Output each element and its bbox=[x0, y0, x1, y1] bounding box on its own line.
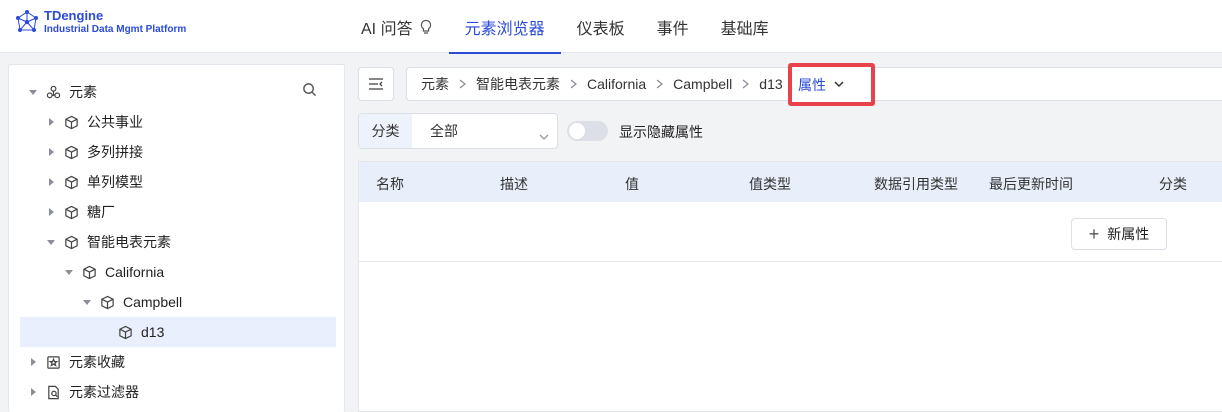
tree-item-public-utilities[interactable]: 公共事业 bbox=[9, 107, 344, 137]
caret-right-icon[interactable] bbox=[45, 146, 57, 158]
column-header-category[interactable]: 分类 bbox=[1159, 174, 1187, 194]
star-box-icon bbox=[45, 354, 61, 370]
nav-label: 仪表板 bbox=[576, 20, 625, 38]
tree-item-label: 元素过滤器 bbox=[69, 384, 139, 400]
attributes-table: 名称 描述 值 值类型 数据引用类型 最后更新时间 分类 + 新属性 bbox=[358, 161, 1222, 412]
caret-down-icon[interactable] bbox=[63, 266, 75, 278]
tree-item-single-column[interactable]: 单列模型 bbox=[9, 167, 344, 197]
tree-item-label: 公共事业 bbox=[87, 114, 143, 130]
nav-events[interactable]: 事件 bbox=[641, 0, 705, 53]
breadcrumb-california[interactable]: California bbox=[587, 76, 646, 92]
tree-item-multi-column[interactable]: 多列拼接 bbox=[9, 137, 344, 167]
nav-label: 元素浏览器 bbox=[464, 20, 545, 38]
column-header-last-updated[interactable]: 最后更新时间 bbox=[989, 174, 1073, 194]
app-name: TDengine bbox=[44, 8, 104, 23]
show-hidden-label: 显示隐藏属性 bbox=[619, 124, 703, 140]
lightbulb-icon bbox=[420, 19, 431, 34]
nav-dashboard[interactable]: 仪表板 bbox=[561, 0, 641, 53]
cube-icon bbox=[99, 294, 115, 310]
tree-item-california[interactable]: California bbox=[9, 257, 344, 287]
category-value: 全部 bbox=[430, 123, 458, 139]
cube-icon bbox=[63, 174, 79, 190]
cube-icon bbox=[63, 144, 79, 160]
cube-icon bbox=[63, 114, 79, 130]
cube-icon bbox=[63, 234, 79, 250]
tree-item-label: Campbell bbox=[123, 294, 183, 310]
tree-item-label: 多列拼接 bbox=[87, 144, 143, 160]
column-header-description[interactable]: 描述 bbox=[500, 174, 528, 194]
breadcrumb-attributes-dropdown[interactable]: 属性 bbox=[788, 63, 875, 106]
column-header-value-type[interactable]: 值类型 bbox=[749, 174, 791, 194]
breadcrumb-elements[interactable]: 元素 bbox=[421, 74, 449, 94]
tree-item-label: 单列模型 bbox=[87, 174, 143, 190]
nav-label: 事件 bbox=[656, 20, 689, 38]
caret-right-icon[interactable] bbox=[45, 116, 57, 128]
nav-label: 基础库 bbox=[720, 20, 769, 38]
breadcrumb-smart-meter[interactable]: 智能电表元素 bbox=[476, 74, 560, 94]
toggle-knob bbox=[569, 123, 585, 139]
nav-label: AI 问答 bbox=[361, 20, 413, 38]
breadcrumb-attributes-label: 属性 bbox=[798, 76, 826, 93]
chevron-right-icon bbox=[742, 77, 750, 92]
breadcrumb-d13[interactable]: d13 bbox=[759, 76, 782, 92]
category-label: 分类 bbox=[359, 114, 412, 148]
cube-icon bbox=[117, 324, 133, 340]
chevron-down-icon bbox=[834, 81, 844, 88]
caret-down-icon[interactable] bbox=[27, 86, 39, 98]
collapse-sidebar-button[interactable] bbox=[358, 67, 394, 101]
caret-down-icon[interactable] bbox=[81, 296, 93, 308]
filter-doc-icon bbox=[45, 384, 61, 400]
table-header: 名称 描述 值 值类型 数据引用类型 最后更新时间 分类 bbox=[359, 162, 1222, 202]
chevron-right-icon bbox=[570, 77, 578, 92]
elements-icon bbox=[45, 84, 61, 100]
tree-item-label: 元素 bbox=[69, 84, 97, 100]
category-select[interactable]: 分类 全部 bbox=[358, 113, 558, 149]
caret-right-icon[interactable] bbox=[45, 176, 57, 188]
tree-item-sugar-factory[interactable]: 糖厂 bbox=[9, 197, 344, 227]
tree-item-label: 糖厂 bbox=[87, 204, 115, 220]
new-attribute-button[interactable]: + 新属性 bbox=[1071, 218, 1167, 250]
column-header-data-reference-type[interactable]: 数据引用类型 bbox=[874, 174, 958, 194]
tree-item-d13[interactable]: d13 bbox=[20, 317, 336, 347]
breadcrumb-campbell[interactable]: Campbell bbox=[673, 76, 732, 92]
column-header-value[interactable]: 值 bbox=[625, 174, 639, 194]
tree-item-label: 智能电表元素 bbox=[87, 234, 171, 250]
chevron-down-icon bbox=[539, 128, 549, 140]
tree-item-favorites[interactable]: 元素收藏 bbox=[9, 347, 344, 377]
chevron-right-icon bbox=[656, 77, 664, 92]
caret-down-icon[interactable] bbox=[45, 236, 57, 248]
table-divider bbox=[359, 261, 1222, 262]
chevron-right-icon bbox=[459, 77, 467, 92]
app-subtitle: Industrial Data Mgmt Platform bbox=[44, 24, 187, 36]
caret-right-icon[interactable] bbox=[27, 386, 39, 398]
app-logo[interactable]: TDengine Industrial Data Mgmt Platform bbox=[14, 8, 187, 36]
tree-item-smart-meter[interactable]: 智能电表元素 bbox=[9, 227, 344, 257]
plus-icon: + bbox=[1088, 224, 1100, 244]
cube-icon bbox=[63, 204, 79, 220]
tree-item-label: 元素收藏 bbox=[69, 354, 125, 370]
nav-library[interactable]: 基础库 bbox=[705, 0, 785, 53]
tree-item-campbell[interactable]: Campbell bbox=[9, 287, 344, 317]
caret-right-icon[interactable] bbox=[27, 356, 39, 368]
main-nav: AI 问答 元素浏览器 仪表板 事件 基础库 bbox=[345, 0, 785, 54]
tree-item-filters[interactable]: 元素过滤器 bbox=[9, 377, 344, 407]
nav-element-browser[interactable]: 元素浏览器 bbox=[448, 0, 561, 54]
caret-right-icon[interactable] bbox=[45, 206, 57, 218]
tree-item-elements[interactable]: 元素 bbox=[9, 77, 344, 107]
logo-icon bbox=[16, 10, 38, 33]
nav-ai-qa[interactable]: AI 问答 bbox=[345, 0, 449, 53]
element-tree-panel: 元素 公共事业 多列拼接 单列模型 糖厂 智能电表元素 California C… bbox=[8, 64, 345, 412]
show-hidden-toggle[interactable] bbox=[567, 121, 608, 141]
collapse-sidebar-icon bbox=[369, 78, 383, 90]
top-header: TDengine Industrial Data Mgmt Platform A… bbox=[0, 0, 1222, 54]
tree-item-label: d13 bbox=[141, 324, 165, 340]
tree-item-label: California bbox=[105, 264, 165, 280]
cube-icon bbox=[81, 264, 97, 280]
new-attribute-label: 新属性 bbox=[1107, 226, 1150, 242]
column-header-name[interactable]: 名称 bbox=[376, 174, 404, 194]
